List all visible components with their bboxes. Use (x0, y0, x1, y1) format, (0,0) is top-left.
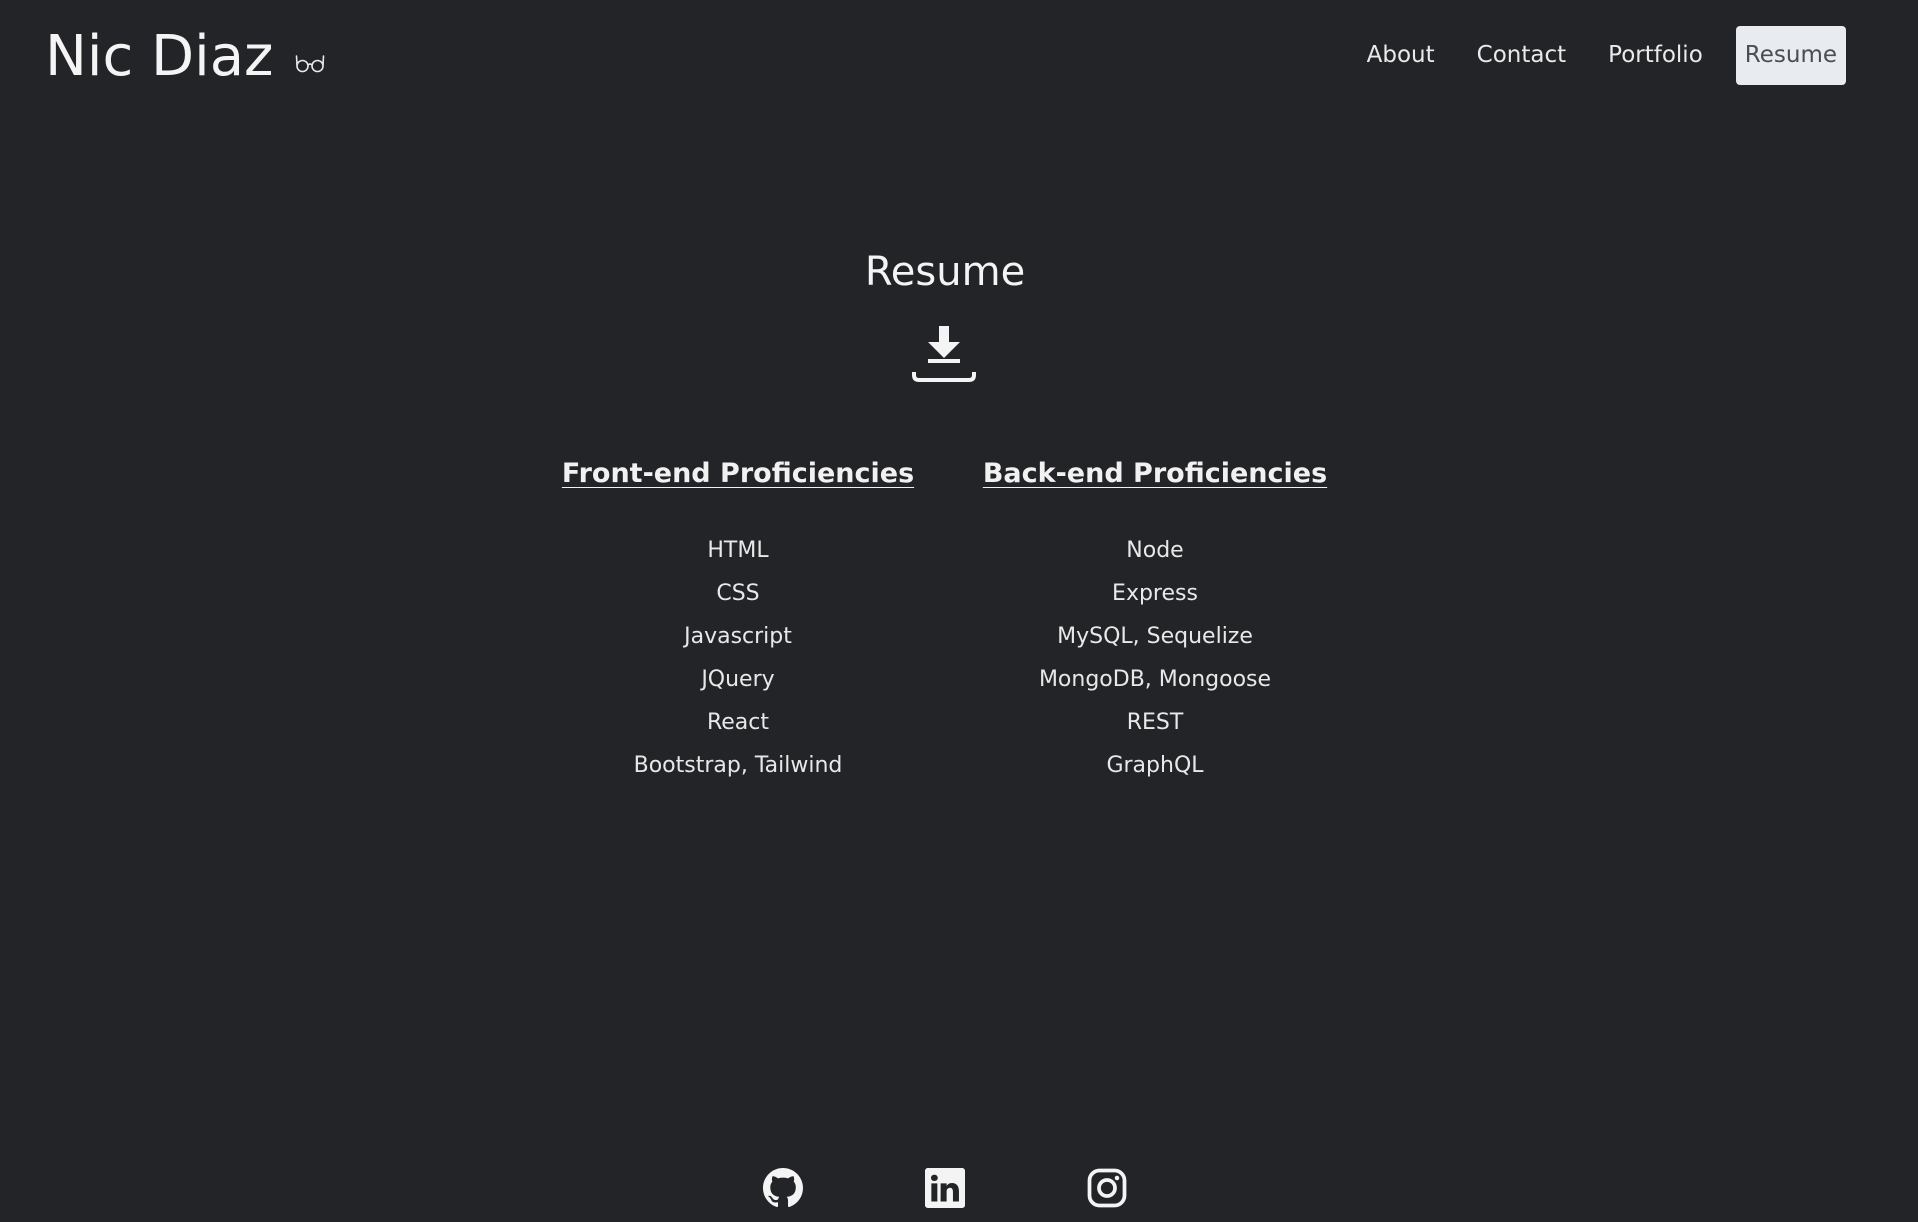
brand[interactable]: Nic Diaz (45, 20, 325, 94)
front-end-title: Front-end Proficiencies (561, 458, 915, 489)
page-title: Resume (864, 248, 1026, 295)
download-icon[interactable] (912, 322, 976, 384)
instagram-icon[interactable] (1087, 1168, 1127, 1208)
list-item: JQuery (701, 667, 775, 692)
front-end-list: HTML CSS Javascript JQuery React Bootstr… (558, 529, 918, 787)
list-item: Node (1126, 538, 1184, 563)
back-end-title: Back-end Proficiencies (982, 458, 1328, 489)
nav-about[interactable]: About (1346, 26, 1456, 85)
linkedin-icon[interactable] (925, 1168, 965, 1208)
front-end-section: Front-end Proficiencies HTML CSS Javascr… (558, 455, 918, 787)
list-item: Express (1112, 581, 1198, 606)
nav-contact[interactable]: Contact (1456, 26, 1587, 85)
brand-name[interactable]: Nic Diaz (45, 20, 273, 94)
back-end-list: Node Express MySQL, Sequelize MongoDB, M… (975, 529, 1335, 787)
list-item: GraphQL (1106, 753, 1204, 778)
list-item: REST (1126, 710, 1184, 735)
github-icon[interactable] (763, 1168, 803, 1208)
nav-portfolio[interactable]: Portfolio (1587, 26, 1724, 85)
list-item: Javascript (684, 624, 792, 649)
list-item: MongoDB, Mongoose (1038, 667, 1272, 692)
list-item: MySQL, Sequelize (1057, 624, 1253, 649)
social-footer (0, 1168, 1890, 1208)
list-item: HTML (707, 538, 769, 563)
nav-resume[interactable]: Resume (1735, 26, 1846, 85)
top-navbar: Nic Diaz About Contact Portfolio Resume (0, 0, 1918, 115)
list-item: CSS (716, 581, 760, 606)
glasses-icon (296, 55, 325, 73)
list-item: React (706, 710, 770, 735)
back-end-section: Back-end Proficiencies Node Express MySQ… (975, 455, 1335, 787)
list-item: Bootstrap, Tailwind (633, 753, 843, 778)
main-nav: About Contact Portfolio Resume (1346, 26, 1846, 85)
